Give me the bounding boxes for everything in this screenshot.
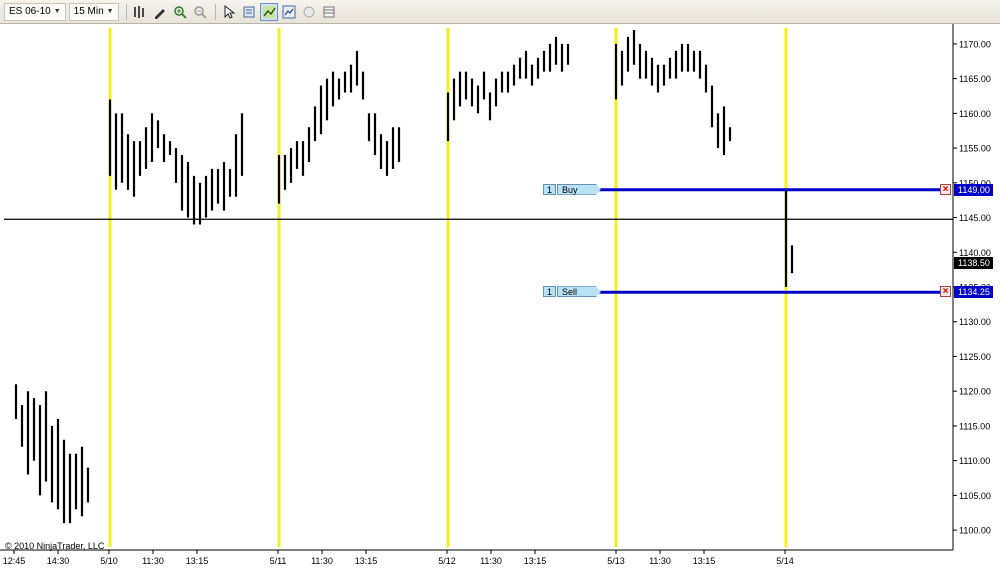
- zoom-out-icon[interactable]: [191, 3, 209, 21]
- buy-stop-price-flag: 1149.00: [954, 183, 993, 196]
- cancel-order-icon[interactable]: ×: [940, 183, 951, 195]
- y-tick-label: 1130.00: [959, 317, 991, 327]
- y-tick-label: 1165.00: [959, 74, 991, 84]
- x-tick-label: 5/12: [438, 556, 456, 566]
- chart-trader-icon[interactable]: [259, 2, 278, 21]
- x-tick-label: 12:45: [3, 556, 26, 566]
- copyright-text: © 2010 NinjaTrader, LLC: [5, 541, 105, 551]
- x-tick-label: 11:30: [311, 556, 333, 566]
- x-tick-label: 5/13: [607, 556, 625, 566]
- price-chart[interactable]: 1170.001165.001160.001155.001150.001145.…: [0, 24, 1000, 571]
- data-box-icon[interactable]: [240, 3, 258, 21]
- buy-stop-order-label[interactable]: 1 Buy STP: [543, 183, 602, 195]
- bars-style-icon[interactable]: [131, 3, 149, 21]
- instrument-label: ES 06-10: [9, 6, 51, 17]
- x-tick-label: 13:15: [355, 556, 378, 566]
- y-tick-label: 1145.00: [959, 213, 991, 223]
- toolbar-divider: [214, 3, 216, 20]
- y-tick-label: 1105.00: [959, 491, 991, 501]
- cancel-order-icon[interactable]: ×: [940, 286, 951, 298]
- y-tick-label: 1120.00: [959, 387, 991, 397]
- x-tick-label: 13:15: [693, 556, 716, 566]
- sell-stop-price-flag: 1134.25: [954, 286, 993, 299]
- x-tick-label: 14:30: [47, 556, 70, 566]
- order-quantity: 1: [543, 183, 557, 195]
- y-tick-label: 1100.00: [959, 526, 991, 536]
- x-tick-label: 5/10: [100, 556, 118, 566]
- chevron-down-icon: ▼: [53, 8, 61, 15]
- toolbar-divider: [125, 3, 127, 20]
- order-type: Buy STP: [557, 183, 602, 195]
- y-tick-label: 1155.00: [959, 144, 991, 154]
- sell-stop-order-label[interactable]: 1 Sell STP: [543, 286, 602, 298]
- chart-canvas[interactable]: 1170.001165.001160.001155.001150.001145.…: [0, 24, 1000, 571]
- last-price-flag: 1138.50: [954, 256, 993, 269]
- interval-selector[interactable]: 15 Min ▼: [68, 2, 119, 21]
- chevron-down-icon: ▼: [106, 8, 114, 15]
- y-tick-label: 1170.00: [959, 39, 991, 49]
- y-tick-label: 1115.00: [959, 421, 990, 431]
- chart-toolbar: ES 06-10 ▼ 15 Min ▼: [0, 0, 1000, 24]
- circle-icon[interactable]: [300, 3, 318, 21]
- drawing-tool-icon[interactable]: [151, 3, 169, 21]
- x-tick-label: 5/14: [776, 556, 794, 566]
- order-quantity: 1: [543, 286, 557, 298]
- y-tick-label: 1125.00: [959, 352, 991, 362]
- properties-icon[interactable]: [280, 3, 298, 21]
- y-tick-label: 1160.00: [959, 109, 991, 119]
- x-tick-label: 13:15: [186, 556, 209, 566]
- x-tick-label: 5/11: [270, 556, 287, 566]
- x-tick-label: 11:30: [649, 556, 671, 566]
- instrument-selector[interactable]: ES 06-10 ▼: [4, 2, 66, 21]
- order-type: Sell STP: [557, 286, 602, 298]
- y-tick-label: 1110.00: [959, 456, 990, 466]
- x-tick-label: 11:30: [142, 556, 164, 566]
- x-tick-label: 11:30: [480, 556, 502, 566]
- zoom-in-icon[interactable]: [171, 3, 189, 21]
- interval-label: 15 Min: [73, 6, 104, 17]
- panel-icon[interactable]: [320, 3, 338, 21]
- x-tick-label: 13:15: [524, 556, 547, 566]
- pointer-icon[interactable]: [220, 3, 238, 21]
